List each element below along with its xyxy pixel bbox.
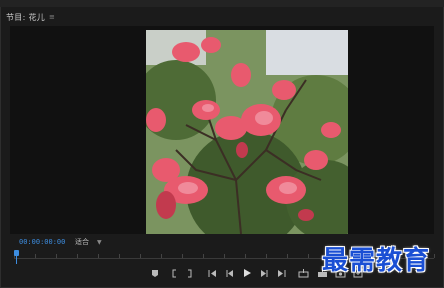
hamburger-icon[interactable]: ≡ xyxy=(49,13,55,21)
ruler-tick xyxy=(434,254,435,258)
ruler-tick xyxy=(308,254,309,258)
ruler-tick xyxy=(266,254,267,258)
marker-icon[interactable] xyxy=(150,266,160,280)
video-frame-image xyxy=(146,30,348,234)
mark-out-icon[interactable] xyxy=(185,266,195,280)
watermark-logo: 最需教育 xyxy=(322,246,431,276)
step-back-icon[interactable] xyxy=(224,266,234,280)
step-forward-icon[interactable] xyxy=(259,266,269,280)
ruler-tick xyxy=(119,254,120,258)
ruler-tick xyxy=(56,254,57,258)
panel-header: 节目: 花儿 ≡ xyxy=(6,10,55,24)
ruler-tick xyxy=(98,254,99,258)
chevron-down-icon: ▼ xyxy=(97,238,102,246)
go-to-out-icon[interactable] xyxy=(276,266,286,280)
playhead[interactable] xyxy=(14,250,20,264)
play-icon[interactable] xyxy=(242,266,252,280)
go-to-in-icon[interactable] xyxy=(207,266,217,280)
ruler-tick xyxy=(140,254,141,258)
ruler-tick xyxy=(77,254,78,258)
playhead-line xyxy=(16,256,17,264)
insert-icon[interactable] xyxy=(297,266,309,280)
ruler-tick xyxy=(161,254,162,258)
ruler-tick xyxy=(287,254,288,258)
current-timecode[interactable]: 00:00:00:00 xyxy=(19,238,65,246)
panel-title[interactable]: 节目: 花儿 xyxy=(6,12,45,23)
ruler-tick xyxy=(224,254,225,258)
ruler-tick xyxy=(245,254,246,258)
ruler-tick xyxy=(182,254,183,258)
ruler-tick xyxy=(35,254,36,258)
zoom-fit-value: 适合 xyxy=(75,238,89,246)
panel-top-border xyxy=(0,0,444,7)
ruler-tick xyxy=(203,254,204,258)
mark-in-icon[interactable] xyxy=(169,266,179,280)
zoom-fit-select[interactable]: 适合 ▼ xyxy=(75,237,113,247)
